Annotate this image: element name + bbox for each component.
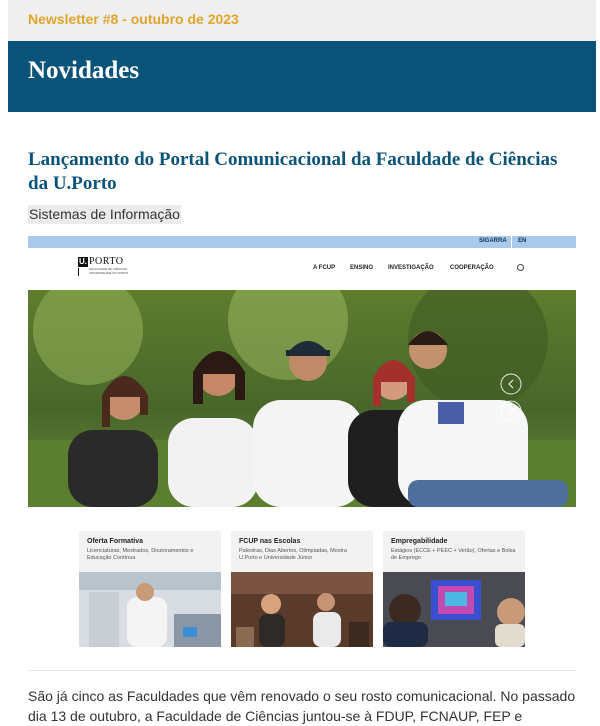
logo-mark: U.	[78, 257, 88, 267]
portal-screenshot-image[interactable]: SIGARRA EN U. PORTO FACULDADE DE CIÊNCIA…	[28, 236, 576, 662]
carousel-prev-icon[interactable]	[501, 374, 521, 394]
portal-card-oferta-formativa: Oferta Formativa Licenciaturas, Mestrado…	[79, 531, 221, 647]
card-title: FCUP nas Escolas	[239, 538, 301, 545]
logo-wordmark: PORTO	[89, 256, 124, 267]
article-title[interactable]: Lançamento do Portal Comunicacional da F…	[28, 148, 558, 196]
article-category-tag[interactable]: Sistemas de Informação	[28, 205, 181, 224]
card-description: Estágios (ECCE + PEEC + Verão), Ofertas …	[391, 548, 516, 561]
content-divider	[28, 670, 576, 671]
portal-sigarra-link: SIGARRA	[479, 238, 507, 244]
newsletter-issue-label: Newsletter #8 - outubro de 2023	[28, 11, 239, 27]
section-banner: Novidades	[8, 41, 596, 112]
logo-mark-lower	[78, 268, 89, 276]
portal-nav-item-fcup: A FCUP	[313, 265, 336, 271]
article-body: São já cinco as Faculdades que vêm renov…	[28, 688, 576, 724]
carousel-next-icon[interactable]	[501, 401, 521, 421]
card-title: Oferta Formativa	[87, 538, 144, 545]
section-title: Novidades	[28, 57, 140, 84]
strip-divider	[511, 236, 512, 248]
newsletter-header-bar: Newsletter #8 - outubro de 2023	[8, 0, 596, 41]
portal-nav-item-investigacao: INVESTIGAÇÃO	[388, 265, 434, 271]
portal-card-empregabilidade: Empregabilidade Estágios (ECCE + PEEC + …	[383, 531, 525, 647]
portal-top-strip: SIGARRA EN	[28, 236, 576, 248]
card-title: Empregabilidade	[391, 538, 448, 545]
card-photo-school	[231, 572, 373, 647]
logo-subtitle: FACULDADE DE CIÊNCIAS UNIVERSIDADE DO PO…	[89, 267, 129, 275]
card-photo-screen	[383, 572, 525, 647]
portal-nav-item-ensino: ENSINO	[350, 265, 374, 271]
card-description: Palestras, Dias Abertos, Olimpíadas, Mos…	[239, 548, 347, 561]
portal-nav-item-cooperacao: COOPERAÇÃO	[450, 265, 494, 271]
search-icon	[517, 264, 524, 271]
card-photo-lab	[79, 572, 221, 647]
portal-lang-link: EN	[518, 238, 527, 244]
hero-photo-students	[28, 290, 576, 507]
card-description: Licenciaturas, Mestrados, Doutoramentos …	[87, 548, 194, 561]
portal-card-fcup-nas-escolas: FCUP nas Escolas Palestras, Dias Abertos…	[231, 531, 373, 647]
